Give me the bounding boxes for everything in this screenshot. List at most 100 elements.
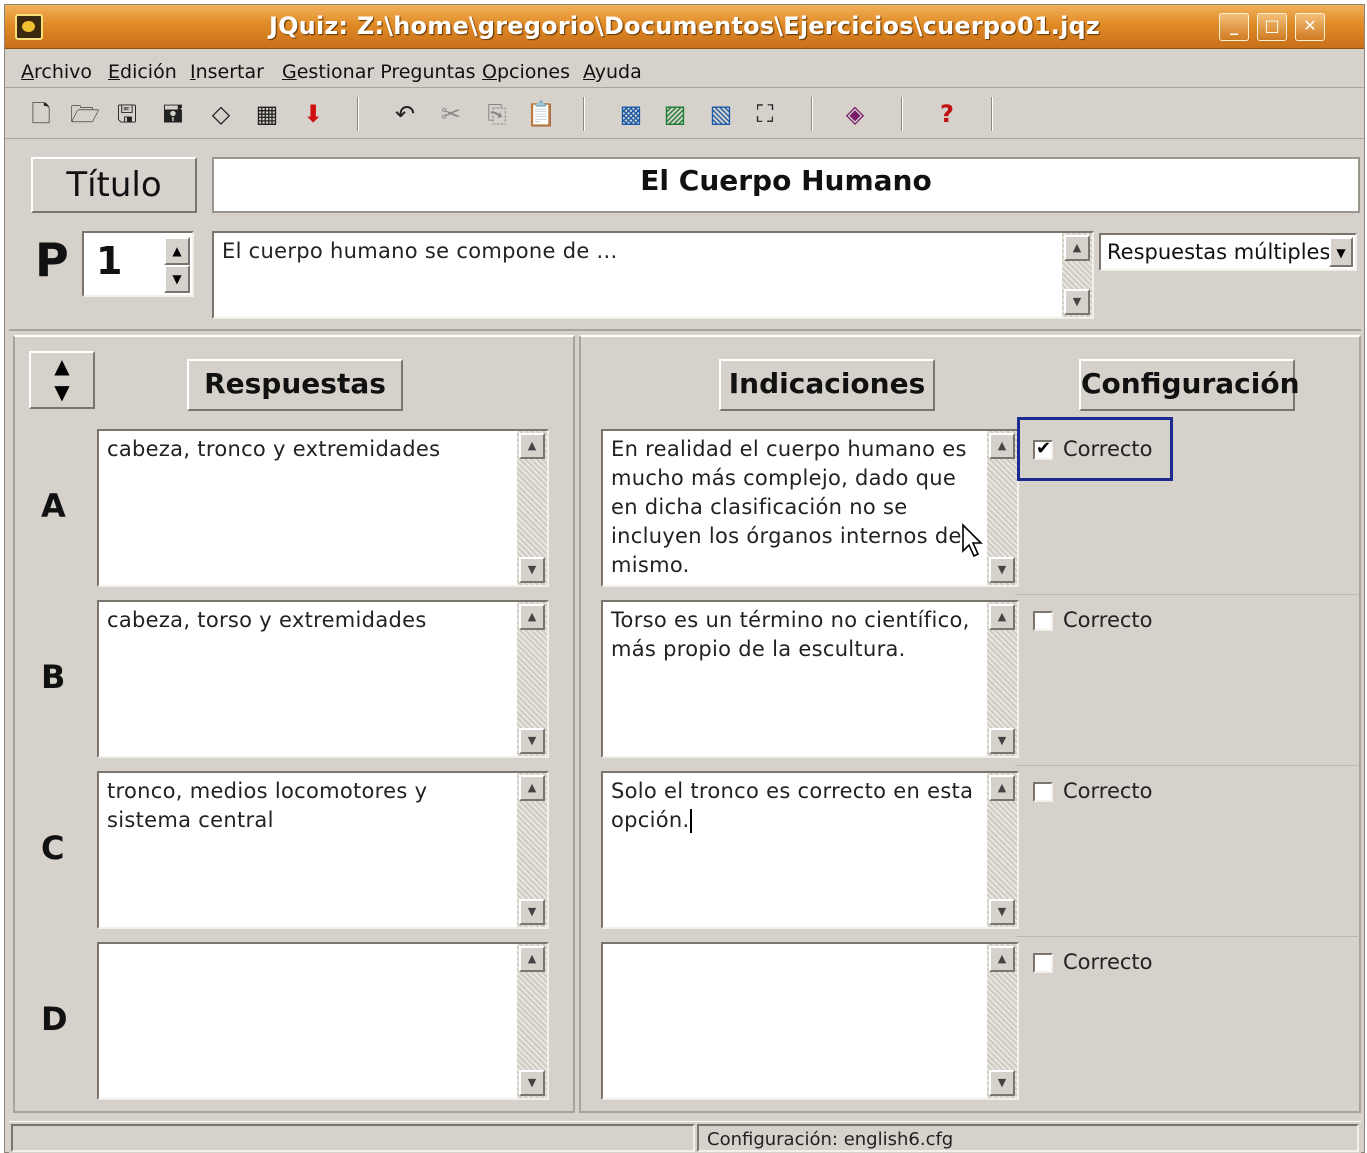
- hint-scrollbar[interactable]: ▲ ▼: [987, 773, 1017, 927]
- scroll-down-icon[interactable]: ▼: [519, 557, 545, 583]
- save-icon[interactable]: 🖫: [111, 98, 143, 130]
- scroll-up-icon[interactable]: ▲: [989, 604, 1015, 630]
- open-folder-icon[interactable]: 🗁: [69, 98, 101, 130]
- scroll-down-icon[interactable]: ▼: [1064, 289, 1090, 315]
- scroll-down-icon[interactable]: ▼: [989, 728, 1015, 754]
- add-text-icon[interactable]: ⛶: [749, 98, 781, 130]
- chevron-down-icon[interactable]: ▼: [1329, 237, 1353, 267]
- minimize-button[interactable]: _: [1219, 13, 1249, 41]
- answer-input-c[interactable]: tronco, medios locomotores y sistema cen…: [97, 771, 549, 929]
- scroll-up-icon[interactable]: ▲: [989, 775, 1015, 801]
- new-file-icon[interactable]: 🗋: [25, 98, 57, 130]
- hint-scrollbar[interactable]: ▲ ▼: [987, 431, 1017, 585]
- down-arrow-icon[interactable]: ⬇: [297, 98, 329, 130]
- answer-input-b[interactable]: cabeza, torso y extremidades ▲ ▼: [97, 600, 549, 758]
- answer-scrollbar[interactable]: ▲ ▼: [517, 773, 547, 927]
- hint-input-b[interactable]: Torso es un término no científico, más p…: [601, 600, 1019, 758]
- scroll-up-icon[interactable]: ▲: [989, 433, 1015, 459]
- answer-scrollbar[interactable]: ▲ ▼: [517, 602, 547, 756]
- row-divider: [1015, 594, 1361, 595]
- hints-panel: Indicaciones Configuración En realidad e…: [579, 335, 1361, 1113]
- scroll-up-icon[interactable]: ▲: [519, 604, 545, 630]
- row-letter-c: C: [41, 829, 65, 867]
- save-as-icon[interactable]: 🖬: [157, 98, 189, 130]
- toolbar-separator: [901, 97, 903, 131]
- answer-text: cabeza, tronco y extremidades: [107, 437, 441, 461]
- correct-checkbox-c[interactable]: Correcto: [1033, 779, 1153, 803]
- question-number-spinner[interactable]: 1 ▲ ▼: [82, 231, 194, 297]
- title-button[interactable]: Título: [31, 157, 197, 213]
- hint-scrollbar[interactable]: ▲ ▼: [987, 944, 1017, 1098]
- hint-text: Solo el tronco es correcto en esta opció…: [611, 777, 981, 835]
- correct-checkbox-d[interactable]: Correcto: [1033, 950, 1153, 974]
- menu-edicion[interactable]: Edición: [108, 61, 177, 83]
- hint-text-value: Solo el tronco es correcto en esta opció…: [611, 779, 974, 832]
- help-icon[interactable]: ?: [931, 98, 963, 130]
- answer-scrollbar[interactable]: ▲ ▼: [517, 944, 547, 1098]
- hint-input-c[interactable]: Solo el tronco es correcto en esta opció…: [601, 771, 1019, 929]
- menu-ayuda[interactable]: Ayuda: [583, 61, 642, 83]
- hint-input-d[interactable]: ▲ ▼: [601, 942, 1019, 1100]
- html-export-icon[interactable]: ▩: [615, 98, 647, 130]
- answers-header-button[interactable]: Respuestas: [187, 359, 403, 411]
- scroll-down-icon[interactable]: ▼: [989, 1070, 1015, 1096]
- reorder-button[interactable]: ▲ ▼: [29, 351, 95, 409]
- hints-header-button[interactable]: Indicaciones: [719, 359, 935, 411]
- question-number[interactable]: 1: [96, 239, 122, 283]
- scroll-up-icon[interactable]: ▲: [1064, 235, 1090, 261]
- scroll-down-icon[interactable]: ▼: [519, 728, 545, 754]
- eraser-icon[interactable]: ◇: [205, 98, 237, 130]
- scroll-down-icon[interactable]: ▼: [519, 1070, 545, 1096]
- answer-input-d[interactable]: ▲ ▼: [97, 942, 549, 1100]
- correct-checkbox-b[interactable]: Correcto: [1033, 608, 1153, 632]
- close-button[interactable]: ✕: [1295, 13, 1325, 41]
- menu-opciones[interactable]: Opciones: [482, 61, 570, 83]
- hint-text: Torso es un término no científico, más p…: [611, 608, 970, 661]
- scroll-up-icon[interactable]: ▲: [989, 946, 1015, 972]
- maximize-button[interactable]: □: [1257, 13, 1287, 41]
- menu-archivo[interactable]: Archivo: [21, 61, 92, 83]
- scroll-down-icon[interactable]: ▼: [519, 899, 545, 925]
- scroll-up-icon[interactable]: ▲: [519, 775, 545, 801]
- config-header-button[interactable]: Configuración: [1079, 359, 1300, 411]
- question-scrollbar[interactable]: ▲ ▼: [1062, 233, 1092, 317]
- text-caret: [689, 809, 692, 833]
- menu-bar: Archivo Edición Insertar Gestionar Pregu…: [5, 50, 1364, 88]
- question-type-value: Respuestas múltiples: [1107, 240, 1331, 264]
- question-text-input[interactable]: El cuerpo humano se compone de ... ▲ ▼: [212, 231, 1094, 319]
- question-text: El cuerpo humano se compone de ...: [222, 239, 618, 263]
- row-divider: [1015, 936, 1361, 937]
- undo-icon[interactable]: ↶: [389, 98, 421, 130]
- toolbar-separator: [991, 97, 993, 131]
- menu-insertar[interactable]: Insertar: [190, 61, 264, 83]
- web-page-icon[interactable]: ▦: [251, 98, 283, 130]
- scroll-up-icon[interactable]: ▲: [519, 946, 545, 972]
- paste-icon[interactable]: 📋: [525, 98, 557, 130]
- hint-input-a[interactable]: En realidad el cuerpo humano es mucho má…: [601, 429, 1019, 587]
- title-input[interactable]: El Cuerpo Humano: [212, 157, 1360, 213]
- scroll-down-icon[interactable]: ▼: [989, 557, 1015, 583]
- spin-up-icon[interactable]: ▲: [164, 237, 190, 265]
- mouse-pointer-icon: [962, 523, 983, 558]
- scroll-up-icon[interactable]: ▲: [519, 433, 545, 459]
- checkbox-icon[interactable]: [1033, 953, 1053, 973]
- hotpot-icon[interactable]: ▧: [705, 98, 737, 130]
- checkbox-icon[interactable]: [1033, 782, 1053, 802]
- hint-scrollbar[interactable]: ▲ ▼: [987, 602, 1017, 756]
- answer-input-a[interactable]: cabeza, tronco y extremidades ▲ ▼: [97, 429, 549, 587]
- correct-checkbox-a[interactable]: Correcto: [1033, 437, 1153, 461]
- row-letter-a: A: [41, 487, 66, 525]
- image-export-icon[interactable]: ▨: [659, 98, 691, 130]
- fonts-icon[interactable]: ◈: [839, 98, 871, 130]
- answer-scrollbar[interactable]: ▲ ▼: [517, 431, 547, 585]
- scroll-down-icon[interactable]: ▼: [989, 899, 1015, 925]
- checkbox-checked-icon[interactable]: [1033, 438, 1053, 460]
- copy-icon[interactable]: ⎘: [481, 98, 513, 130]
- menu-gestionar-preguntas[interactable]: Gestionar Preguntas: [282, 61, 476, 83]
- checkbox-icon[interactable]: [1033, 611, 1053, 631]
- cut-icon[interactable]: ✂: [435, 98, 467, 130]
- question-type-select[interactable]: Respuestas múltiples ▼: [1099, 233, 1357, 271]
- spin-down-icon[interactable]: ▼: [164, 265, 190, 293]
- hint-text: En realidad el cuerpo humano es mucho má…: [611, 437, 968, 577]
- correct-label: Correcto: [1063, 437, 1153, 461]
